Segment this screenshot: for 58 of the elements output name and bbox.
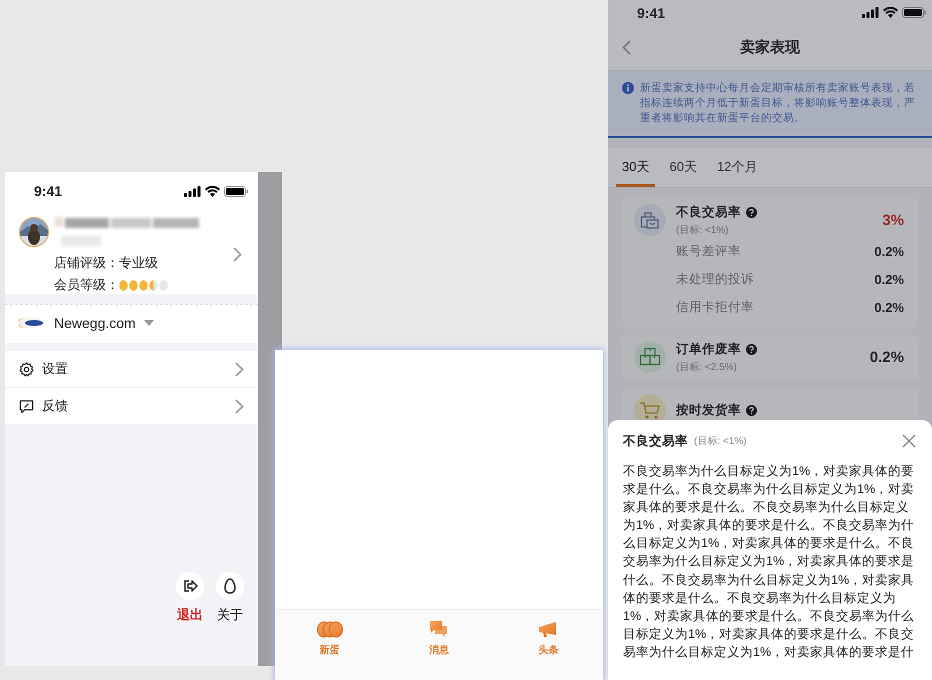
metric-title: 不良交易率 <box>676 204 741 221</box>
exit-icon <box>182 579 198 593</box>
page-title: 卖家表现 <box>740 38 800 57</box>
egg-level-icon <box>149 280 158 290</box>
metric-value: 0.2% <box>870 349 904 366</box>
status-time: 9:41 <box>34 183 62 199</box>
menu-item[interactable]: 反馈 <box>5 388 258 424</box>
metric-value: 3% <box>882 212 904 229</box>
close-icon[interactable] <box>902 434 916 448</box>
metric-title: 按时发货率 <box>676 402 741 418</box>
egg-level-icon <box>119 280 128 290</box>
metric-title: 订单作废率 <box>676 341 741 358</box>
detail-label: 信用卡拒付率 <box>676 298 754 316</box>
egg-level-icon <box>129 280 138 290</box>
menu-item[interactable]: 设置 <box>5 351 258 388</box>
sheet-target: (目标: <1%) <box>694 434 748 448</box>
sheet-title: 不良交易率 <box>623 432 688 450</box>
help-icon[interactable] <box>746 207 757 218</box>
detail-label: 账号差评率 <box>676 242 741 260</box>
store-rating-value: 专业级 <box>119 254 158 272</box>
status-time: 9:41 <box>637 4 666 20</box>
metric-target: (目标: <1%) <box>676 224 730 237</box>
logo-icon <box>19 317 46 329</box>
boxes-icon <box>634 341 666 373</box>
signal-icon <box>862 7 879 18</box>
metric-target: (目标: <2.5%) <box>676 360 738 374</box>
chevron-right-icon <box>235 398 244 414</box>
battery-icon <box>224 186 248 196</box>
chevron-right-icon <box>233 246 242 262</box>
egg-icon <box>224 578 236 594</box>
settings-icon <box>19 362 34 376</box>
chat-icon <box>429 620 448 639</box>
info-icon <box>622 82 634 94</box>
megaphone-icon <box>538 620 558 639</box>
help-icon[interactable] <box>746 404 757 416</box>
eggs-icon <box>316 620 343 639</box>
member-level-label: 会员等级： <box>54 276 119 294</box>
bag-icon <box>634 204 666 236</box>
egg-level-icon <box>159 280 168 290</box>
dropdown-icon[interactable] <box>144 320 154 326</box>
detail-value: 0.2% <box>874 244 904 258</box>
detail-value: 0.2% <box>874 272 904 286</box>
period-tab[interactable]: 60天 <box>663 148 703 187</box>
period-tab[interactable]: 30天 <box>616 148 656 187</box>
help-icon[interactable] <box>746 344 757 355</box>
notice-text: 新蛋卖家支持中心每月会定期审核所有卖家账号表现，若指标连续两个月低于新蛋目标，将影响账号整体表现，严重者将影响其在新蛋平台的交易。 <box>640 81 916 126</box>
store-rating-label: 店铺评级： <box>54 254 119 272</box>
platform-name[interactable]: Newegg.com <box>54 315 136 331</box>
detail-label: 未处理的投诉 <box>676 270 754 288</box>
wifi-icon <box>883 7 898 18</box>
sheet-body-text: 不良交易率为什么目标定义为1%，对卖家具体的要求是什么。不良交易率为什么目标定义为1%，对卖家具体的要求是什么。不良交易率为什么目标定义为1%，对卖家具体的要求是什么。不良交易率为什么目标定义为1%，对卖家具体的要求是什么。不良交易率为什么目标定义为1%，对卖家具体的要求是什么。不良交易率为什么目标定义为1%，对卖家具体的要求是什么。不良交易率为什么目标定义为1%，对卖家具体的要求是什么。不良交易率为什么目标定义为1%，对卖家具体的要求是什么。不良交易率为什么目标定义为1%，对卖家具体的要求是什 <box>623 463 916 661</box>
wifi-icon <box>205 186 220 196</box>
signal-icon <box>184 186 201 196</box>
chevron-right-icon <box>235 362 244 376</box>
detail-value: 0.2% <box>874 300 904 314</box>
back-icon <box>622 40 631 55</box>
feedback-icon <box>19 398 34 414</box>
period-tab[interactable]: 12个月 <box>710 148 764 187</box>
